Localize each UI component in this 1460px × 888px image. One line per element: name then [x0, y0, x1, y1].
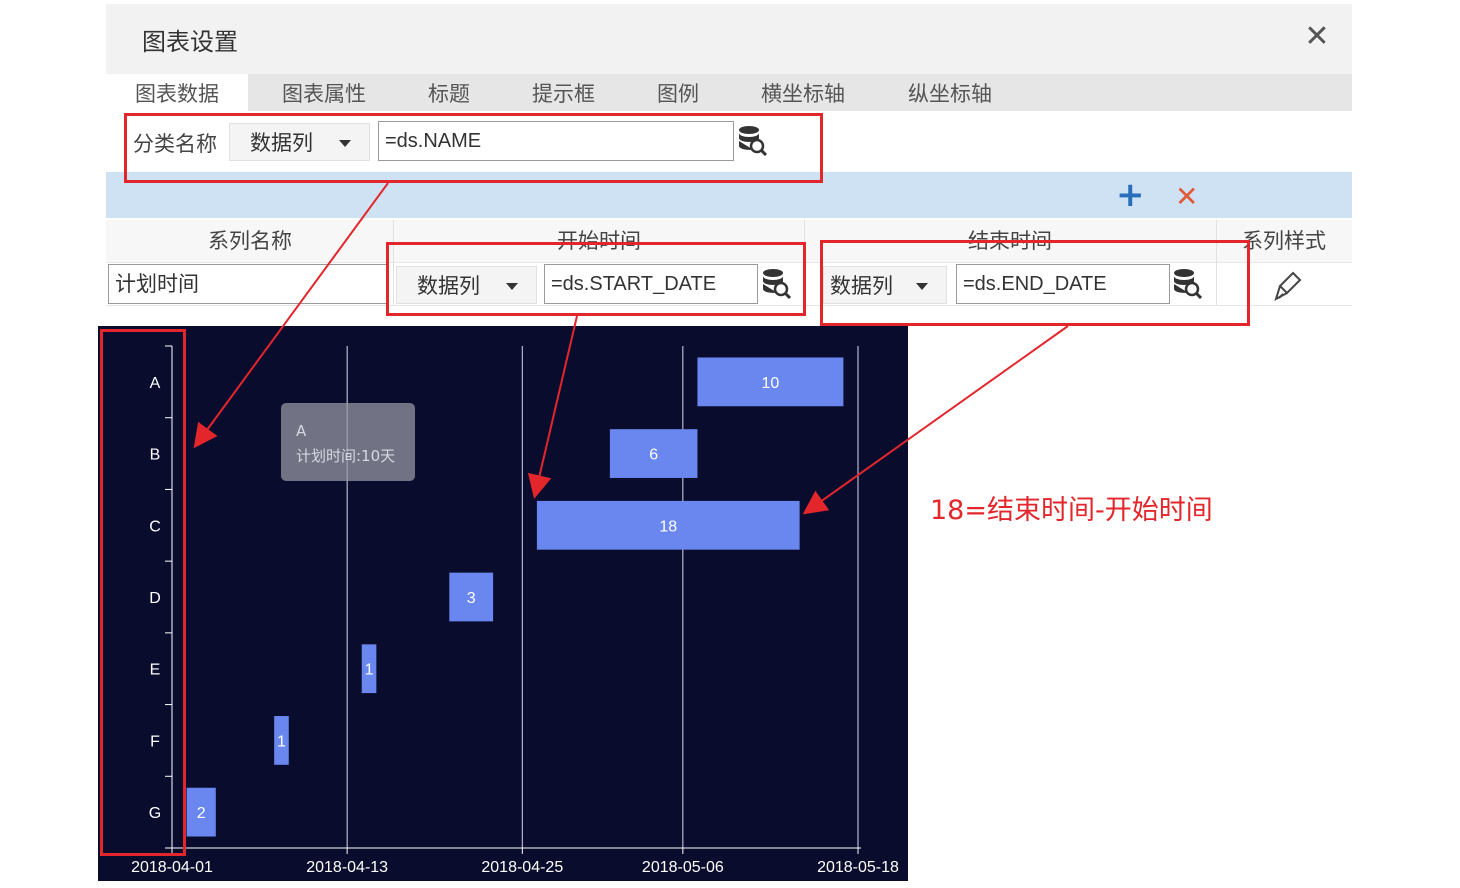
gantt-chart: A B C D E F G 2018-04-01 2018-04-13 2018-04-25 201…	[98, 326, 908, 881]
tooltip-text: 计划时间:10天	[296, 447, 395, 465]
x-tick-label: 2018-05-06	[642, 859, 724, 876]
tooltip-title: A	[296, 422, 307, 440]
x-tick-label: 2018-05-18	[817, 859, 899, 876]
tooltip-box	[281, 403, 415, 481]
dialog-title: 图表设置	[142, 28, 238, 56]
highlight-box-category-axis	[100, 329, 186, 856]
bar-label: 1	[277, 733, 286, 750]
x-tick-label: 2018-04-25	[481, 859, 563, 876]
tab-chart-properties[interactable]: 图表属性	[282, 74, 366, 111]
delete-series-button[interactable]: ✕	[1175, 182, 1198, 212]
add-series-button[interactable]: +	[1116, 178, 1145, 212]
bar-label: 1	[365, 662, 374, 679]
x-tick-label: 2018-04-13	[306, 859, 388, 876]
dialog-title-bar	[106, 4, 1352, 74]
highlight-box-start	[386, 242, 806, 316]
brush-icon[interactable]	[1273, 270, 1303, 302]
bar-label: 10	[762, 375, 780, 392]
tab-bar: 图表数据 图表属性 标题 提示框 图例 横坐标轴 纵坐标轴	[106, 74, 1352, 111]
x-tick-label: 2018-04-01	[131, 859, 213, 876]
tab-x-axis[interactable]: 横坐标轴	[761, 74, 845, 111]
gantt-chart-svg: ABCDEFG2018-04-01 2018-04-13 2018-04-25 201…	[131, 345, 899, 876]
bar-label: 3	[467, 590, 476, 607]
tab-legend[interactable]: 图例	[657, 74, 699, 111]
tab-tooltip[interactable]: 提示框	[532, 74, 595, 111]
highlight-box-category	[124, 113, 823, 183]
bar-label: 18	[659, 518, 677, 535]
bar-label: 6	[649, 447, 658, 464]
close-icon[interactable]: ✕	[1300, 20, 1334, 54]
formula-annotation: 18=结束时间-开始时间	[930, 495, 1213, 526]
series-name-input[interactable]: 计划时间	[108, 264, 388, 304]
tab-title[interactable]: 标题	[428, 74, 470, 111]
tab-chart-data[interactable]: 图表数据	[106, 74, 248, 111]
header-series-name: 系列名称	[208, 229, 292, 253]
bar-label: 2	[197, 805, 206, 822]
tab-y-axis[interactable]: 纵坐标轴	[908, 74, 992, 111]
highlight-box-end	[820, 240, 1250, 326]
